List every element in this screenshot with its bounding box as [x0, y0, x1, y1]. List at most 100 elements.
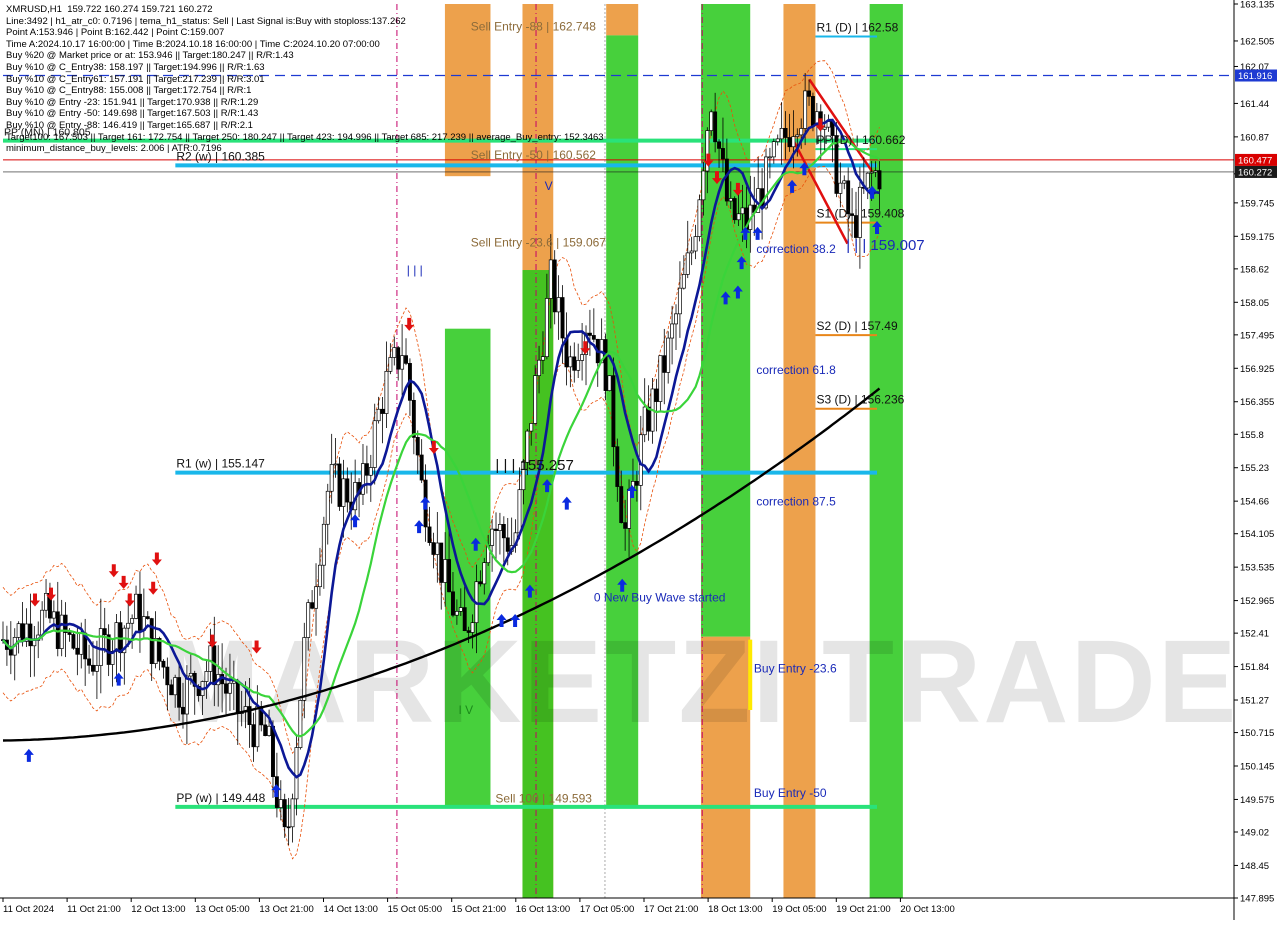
candle-body — [842, 180, 847, 184]
y-tick-label: 150.715 — [1240, 728, 1274, 739]
candle-body — [490, 528, 495, 546]
candle-body — [40, 609, 45, 636]
info-line: Buy %10 @ C_Entry88: 155.008 || Target:1… — [6, 85, 252, 97]
candle-body — [368, 467, 373, 476]
candle-body — [126, 622, 131, 629]
y-tick-label: 151.27 — [1240, 696, 1269, 707]
y-tick-label: 159.175 — [1240, 232, 1274, 243]
candle-body — [803, 90, 808, 129]
candle-body — [685, 252, 690, 275]
candle-body — [709, 111, 714, 131]
y-tick-label: 150.145 — [1240, 762, 1274, 773]
level-label: R1 (w) | 155.147 — [176, 457, 265, 471]
chart-annotation: correction 61.8 — [756, 363, 836, 377]
candle-body — [435, 542, 440, 555]
y-tick-label: 154.66 — [1240, 497, 1269, 508]
candle-body — [443, 559, 448, 583]
y-tick-label: 159.745 — [1240, 198, 1274, 209]
chart-annotation: correction 38.2 — [756, 242, 836, 256]
candle-body — [693, 236, 698, 252]
candle-body — [611, 375, 616, 448]
info-line: Buy %10 @ Entry -23: 151.941 || Target:1… — [6, 96, 259, 108]
candle-body — [153, 638, 158, 664]
candle-body — [771, 141, 776, 158]
candle-body — [674, 313, 678, 325]
candle-body — [224, 683, 228, 694]
candle-body — [181, 706, 185, 715]
candle-body — [623, 522, 628, 529]
candle-body — [873, 170, 878, 173]
y-tick-label: 158.05 — [1240, 298, 1269, 309]
candle-body — [775, 138, 780, 143]
chart-root: MARKETZI TRADE R1 (w) | 155.147 PP (w) | … — [0, 0, 1280, 920]
candle-body — [552, 259, 557, 313]
candle-body — [161, 660, 166, 668]
candle-body — [165, 666, 170, 686]
candle-body — [87, 658, 92, 666]
candle-body — [607, 375, 612, 391]
candle-body — [188, 672, 193, 677]
candle-body — [658, 355, 663, 402]
candle-body — [341, 478, 346, 507]
candle-body — [791, 136, 796, 148]
x-tick-label: 13 Oct 21:00 — [259, 904, 313, 915]
x-tick-label: 13 Oct 05:00 — [195, 904, 249, 915]
candle-body — [865, 172, 870, 189]
candle-body — [294, 747, 299, 800]
candle-body — [482, 562, 487, 585]
candle-body — [568, 356, 573, 368]
candle-body — [255, 706, 260, 748]
info-line: Buy %10 @ Entry -50: 149.698 || Target:1… — [6, 108, 259, 120]
candle-body — [646, 406, 651, 432]
candle-body — [130, 618, 135, 624]
candle-body — [404, 355, 408, 364]
candle-body — [98, 628, 103, 666]
candle-body — [380, 408, 385, 414]
candle-body — [670, 323, 675, 339]
candle-body — [145, 616, 150, 619]
candle-body — [677, 287, 682, 315]
candle-body — [173, 677, 178, 696]
level-label: S1 (D) | 159.408 — [816, 207, 904, 221]
y-tick-label: 148.45 — [1240, 861, 1269, 872]
x-tick-label: 15 Oct 05:00 — [388, 904, 442, 915]
info-line: Time A:2024.10.17 16:00:00 | Time B:2024… — [6, 38, 380, 50]
x-tick-label: 16 Oct 13:00 — [516, 904, 570, 915]
candle-body — [388, 357, 393, 372]
candle-body — [51, 611, 56, 619]
candle-body — [556, 297, 561, 313]
y-tick-label: 155.23 — [1240, 463, 1269, 474]
candle-body — [869, 171, 874, 174]
candle-body — [345, 478, 350, 503]
candle-body — [325, 490, 330, 525]
candle-body — [306, 602, 311, 638]
candle-body — [615, 446, 620, 487]
y-tick-label: 156.925 — [1240, 364, 1274, 375]
candle-body — [838, 182, 843, 194]
candle-body — [231, 680, 236, 684]
candle-body — [208, 645, 213, 672]
candle-body — [184, 675, 189, 715]
candle-body — [642, 406, 647, 436]
candle-body — [364, 463, 369, 476]
chart-annotation: I V — [458, 703, 473, 717]
candle-body — [302, 637, 307, 701]
y-tick-label: 149.575 — [1240, 795, 1274, 806]
x-tick-label: 12 Oct 13:00 — [131, 904, 185, 915]
candle-body — [400, 355, 405, 370]
x-tick-label: 18 Oct 13:00 — [708, 904, 762, 915]
price-badge-label: 161.916 — [1238, 71, 1272, 82]
candle-body — [713, 111, 718, 143]
candle-body — [560, 297, 565, 339]
candle-body — [572, 356, 577, 371]
candle-body — [290, 798, 295, 828]
y-tick-label: 154.105 — [1240, 529, 1274, 540]
header-quote: 159.722 160.274 159.721 160.272 — [67, 4, 213, 15]
candle-body — [740, 207, 745, 215]
chart-annotation: | | | 159.007 — [846, 237, 924, 254]
candle-body — [603, 339, 608, 391]
candle-body — [454, 610, 459, 616]
watermark: MARKETZI TRADE — [162, 616, 1239, 748]
candle-body — [75, 647, 80, 655]
candle-body — [580, 354, 585, 361]
